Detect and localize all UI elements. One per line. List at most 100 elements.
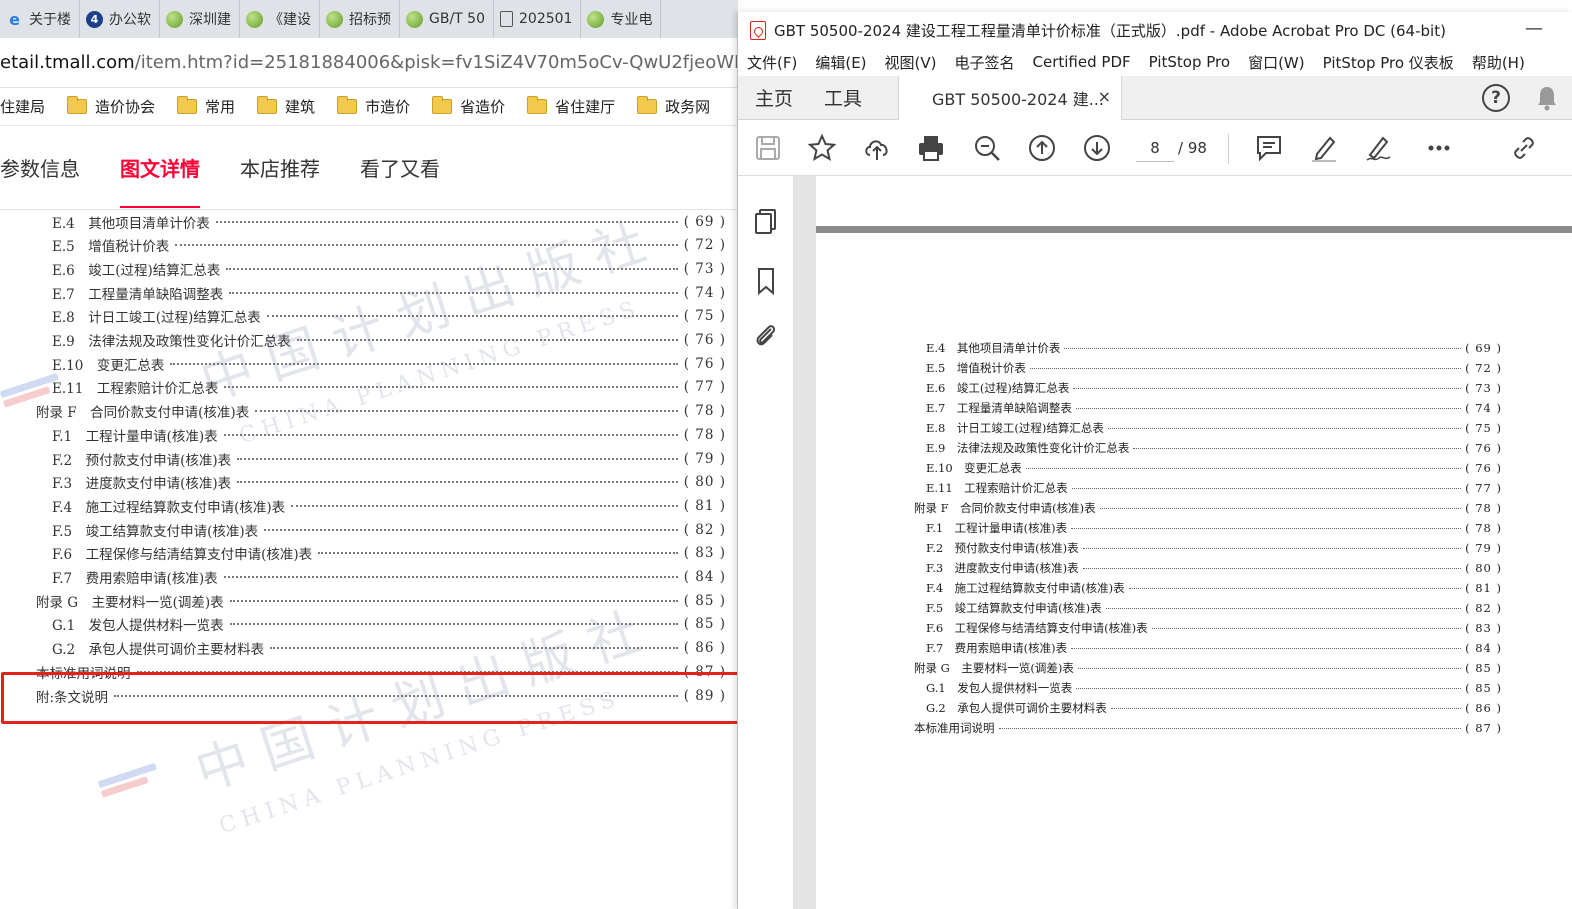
next-page-button[interactable] <box>1081 132 1113 164</box>
navigation-pane-rail <box>738 176 806 909</box>
menu-item[interactable]: 电子签名 <box>955 52 1015 73</box>
browser-tab[interactable]: 4 办公软 <box>80 0 160 38</box>
notification-bell-icon[interactable] <box>1535 84 1559 112</box>
share-link-button[interactable] <box>1508 132 1540 164</box>
toc-entry-title: E.9 法律法规及政策性变化计价汇总表 <box>52 334 291 350</box>
menu-item[interactable]: 视图(V) <box>885 52 937 73</box>
toc-page-number: ( 86 ) <box>1465 701 1502 715</box>
cloud-upload-button[interactable] <box>861 132 893 164</box>
toc-leader-dots <box>223 433 678 436</box>
browser-tab[interactable]: e 关于楼 <box>0 0 80 38</box>
toc-entry-title: E.7 工程量清单缺陷调整表 <box>926 401 1072 415</box>
browser-tab[interactable]: 202501 <box>494 0 582 38</box>
help-icon[interactable]: ? <box>1482 84 1510 112</box>
toc-entry-title: F.1 工程计量申请(核准)表 <box>926 521 1068 535</box>
toc-row: E.9 法律法规及政策性变化计价汇总表 ( 76 ) <box>926 438 1502 458</box>
toc-page-number: ( 75 ) <box>1465 421 1502 435</box>
menu-item[interactable]: 编辑(E) <box>815 52 866 73</box>
page-thumbnails-icon[interactable] <box>751 206 781 236</box>
toc-leader-dots <box>223 576 678 578</box>
pdf-page: E.4 其他项目清单计价表 ( 69 ) E.5 增值税计价表 ( 72 ) E.6 竣… <box>816 233 1572 909</box>
bookmark-item[interactable]: 政务网 <box>637 96 710 117</box>
toc-page-number: ( 78 ) <box>683 403 726 420</box>
minimize-button[interactable]: — <box>1525 18 1543 39</box>
product-tab[interactable]: 看了又看 <box>360 126 440 210</box>
browser-tab[interactable]: 深圳建 <box>160 0 240 38</box>
more-tools-button[interactable] <box>1423 132 1455 164</box>
close-tab-icon[interactable]: × <box>1098 87 1111 106</box>
bookmark-item[interactable]: 常用 <box>177 96 235 117</box>
product-image-toc: 中 国 计 划 出 版 社 CHINA PLANNING PRESS 中 国 计… <box>0 210 738 909</box>
browser-tab[interactable]: 招标预 <box>320 0 400 38</box>
toc-page-number: ( 82 ) <box>1465 601 1502 615</box>
attachments-paperclip-icon[interactable] <box>751 321 781 351</box>
toc-row: E.8 计日工竣工(过程)结算汇总表 ( 75 ) <box>52 305 726 328</box>
toc-entry-title: 附录 G 主要材料一览(调差)表 <box>36 594 224 611</box>
sign-button[interactable] <box>1363 132 1395 164</box>
bookmark-star-button[interactable] <box>806 132 838 164</box>
acrobat-toolbar: 8 / 98 <box>738 120 1572 176</box>
toc-row: F.7 费用索赔申请(核准)表 ( 84 ) <box>926 638 1502 658</box>
toc-entry-title: F.1 工程计量申请(核准)表 <box>52 428 218 445</box>
toc-entry-title: F.2 预付款支付申请(核准)表 <box>926 541 1079 555</box>
bookmark-item[interactable]: 市造价 <box>337 96 410 117</box>
bookmark-item[interactable]: 建筑 <box>257 96 315 117</box>
product-detail-tabs: 参数信息 图文详情 本店推荐 看了又看 <box>0 126 738 210</box>
product-tab[interactable]: 图文详情 <box>120 126 200 210</box>
browser-tab[interactable]: 专业电 <box>581 0 662 38</box>
toc-leader-dots <box>1071 487 1462 489</box>
toc-page-number: ( 79 ) <box>1465 541 1502 555</box>
bookmarks-panel-icon[interactable] <box>751 266 781 296</box>
browser-tab-label: 专业电 <box>610 12 653 28</box>
menu-item[interactable]: 文件(F) <box>747 52 797 73</box>
toc-row: 附录 G 主要材料一览(调差)表 ( 85 ) <box>914 658 1502 678</box>
toc-row: E.4 其他项目清单计价表 ( 69 ) <box>926 338 1502 358</box>
toc-row: E.7 工程量清单缺陷调整表 ( 74 ) <box>52 281 726 304</box>
menu-item[interactable]: PitStop Pro 仪表板 <box>1323 52 1454 73</box>
address-bar[interactable]: etail.tmall.com/item.htm?id=25181884006&… <box>0 38 738 88</box>
toc-entry-title: G.1 发包人提供材料一览表 <box>926 681 1073 695</box>
toc-page-number: ( 86 ) <box>683 640 726 657</box>
toc-entry-title: E.10 变更汇总表 <box>52 357 165 374</box>
browser-tab-label: 关于楼 <box>29 12 71 28</box>
menu-item[interactable]: 帮助(H) <box>1472 52 1525 73</box>
previous-page-button[interactable] <box>1026 132 1058 164</box>
save-button[interactable] <box>752 132 784 164</box>
print-button[interactable] <box>915 132 947 164</box>
toc-row: G.1 发包人提供材料一览表 ( 85 ) <box>926 678 1502 698</box>
highlight-button[interactable] <box>1308 132 1340 164</box>
toc-page-number: ( 85 ) <box>1465 681 1502 695</box>
toc-leader-dots <box>266 315 678 318</box>
zoom-out-button[interactable] <box>971 132 1003 164</box>
browser-window: e 关于楼 4 办公软 深圳建 《建设 招标预 GB/T 50 202501 专业电 etail.… <box>0 0 738 909</box>
toc-page-number: ( 81 ) <box>1465 581 1502 595</box>
product-tab[interactable]: 本店推荐 <box>240 126 320 210</box>
bookmark-item[interactable]: 省住建厅 <box>527 96 615 117</box>
toc-row: F.5 竣工结算款支付申请(核准)表 ( 82 ) <box>52 518 726 541</box>
tab-tools[interactable]: 工具 <box>824 84 862 111</box>
product-tab[interactable]: 参数信息 <box>0 126 80 210</box>
document-viewer[interactable]: E.4 其他项目清单计价表 ( 69 ) E.5 增值税计价表 ( 72 ) E.6 竣… <box>794 176 1572 909</box>
toc-leader-dots <box>998 727 1462 729</box>
browser-tab[interactable]: GB/T 50 <box>400 0 494 38</box>
toc-row: 附录 F 合同价款支付申请(核准)表 ( 78 ) <box>914 498 1502 518</box>
browser-tab[interactable]: 《建设 <box>240 0 320 38</box>
toc-leader-dots <box>1025 467 1462 469</box>
toc-row: F.1 工程计量申请(核准)表 ( 78 ) <box>52 423 726 446</box>
toc-row: F.6 工程保修与结清结算支付申请(核准)表 ( 83 ) <box>926 618 1502 638</box>
tab-home[interactable]: 主页 <box>755 84 793 111</box>
toc-leader-dots <box>229 599 678 602</box>
toc-entry-title: F.3 进度款支付申请(核准)表 <box>926 561 1079 575</box>
toc-page-number: ( 87 ) <box>683 663 726 680</box>
menu-item[interactable]: PitStop Pro <box>1149 53 1230 71</box>
bookmark-item[interactable]: 造价协会 <box>67 96 155 117</box>
page-number-input[interactable]: 8 <box>1136 134 1174 162</box>
menu-item[interactable]: 窗口(W) <box>1248 52 1305 73</box>
bookmark-item[interactable]: 省造价 <box>432 96 505 117</box>
toc-page-number: ( 80 ) <box>683 474 726 491</box>
menu-item[interactable]: Certified PDF <box>1033 53 1131 71</box>
comment-button[interactable] <box>1253 132 1285 164</box>
bookmark-item[interactable]: 住建局 <box>0 96 45 117</box>
toc-leader-dots <box>229 623 678 626</box>
document-tab[interactable]: GBT 50500-2024 建... × <box>898 76 1122 120</box>
